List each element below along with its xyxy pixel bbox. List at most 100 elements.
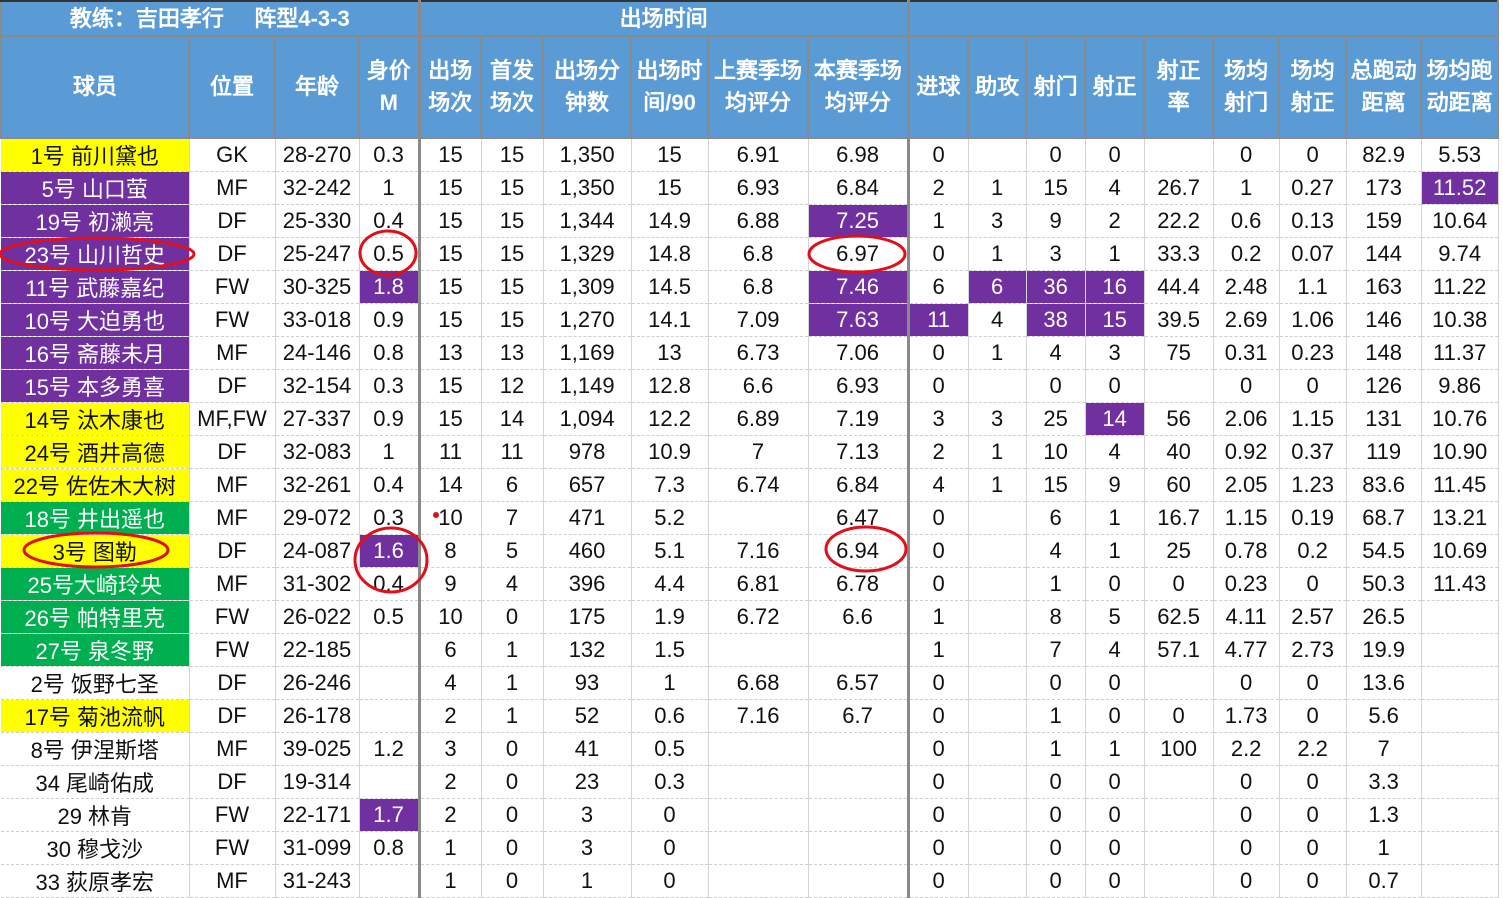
table-cell[interactable]: FW — [189, 634, 275, 667]
table-cell[interactable] — [1144, 370, 1213, 403]
table-cell[interactable]: 1.5 — [631, 634, 708, 667]
table-cell[interactable]: 11.45 — [1421, 469, 1498, 502]
table-cell[interactable]: 41 — [543, 733, 631, 766]
table-cell[interactable]: 29-072 — [275, 502, 359, 535]
table-cell[interactable]: 33-018 — [275, 304, 359, 337]
table-cell[interactable]: 6.93 — [808, 370, 908, 403]
column-header[interactable]: 进球 — [908, 36, 968, 138]
table-cell[interactable]: 11.43 — [1421, 568, 1498, 601]
table-cell[interactable]: 4 — [419, 667, 481, 700]
table-cell[interactable]: 0 — [481, 601, 543, 634]
table-cell[interactable]: 9 — [1026, 205, 1085, 238]
table-cell[interactable]: 0 — [631, 799, 708, 832]
table-cell[interactable] — [968, 799, 1026, 832]
table-cell[interactable]: 7.25 — [808, 205, 908, 238]
table-cell[interactable] — [968, 634, 1026, 667]
table-cell[interactable]: 978 — [543, 436, 631, 469]
player-name-cell[interactable]: 26号 帕特里克 — [1, 601, 189, 634]
table-cell[interactable]: 4 — [1085, 436, 1144, 469]
table-cell[interactable]: 15 — [631, 172, 708, 205]
table-cell[interactable]: 0 — [1026, 370, 1085, 403]
table-cell[interactable]: 0 — [908, 138, 968, 172]
table-cell[interactable]: 0.19 — [1279, 502, 1346, 535]
table-cell[interactable]: 10 — [1026, 436, 1085, 469]
table-cell[interactable]: 1 — [1085, 733, 1144, 766]
player-name-cell[interactable]: 22号 佐佐木大树 — [1, 469, 189, 502]
table-cell[interactable] — [1144, 832, 1213, 865]
table-cell[interactable]: 0.9 — [359, 403, 419, 436]
table-cell[interactable] — [708, 832, 808, 865]
table-cell[interactable]: 471 — [543, 502, 631, 535]
table-cell[interactable]: 132 — [543, 634, 631, 667]
table-cell[interactable]: 0.4 — [359, 469, 419, 502]
table-cell[interactable]: 0 — [1279, 832, 1346, 865]
player-name-cell[interactable]: 14号 汰木康也 — [1, 403, 189, 436]
table-cell[interactable]: 3.3 — [1346, 766, 1421, 799]
table-cell[interactable]: 4 — [1085, 634, 1144, 667]
table-cell[interactable]: 10.76 — [1421, 403, 1498, 436]
table-cell[interactable]: 11.22 — [1421, 271, 1498, 304]
table-cell[interactable]: 131 — [1346, 403, 1421, 436]
player-name-cell[interactable]: 2号 饭野七圣 — [1, 667, 189, 700]
table-cell[interactable]: 1 — [631, 667, 708, 700]
table-cell[interactable]: 50.3 — [1346, 568, 1421, 601]
table-cell[interactable]: 0 — [908, 370, 968, 403]
table-cell[interactable]: 8 — [1026, 601, 1085, 634]
table-cell[interactable]: 0 — [1026, 667, 1085, 700]
table-cell[interactable]: 0.37 — [1279, 436, 1346, 469]
table-cell[interactable] — [708, 799, 808, 832]
table-cell[interactable]: 39-025 — [275, 733, 359, 766]
table-cell[interactable]: 148 — [1346, 337, 1421, 370]
table-cell[interactable]: 3 — [543, 832, 631, 865]
table-cell[interactable]: 0 — [1085, 799, 1144, 832]
table-cell[interactable]: 1.2 — [359, 733, 419, 766]
table-cell[interactable]: 7.16 — [708, 700, 808, 733]
table-cell[interactable]: 10 — [419, 502, 481, 535]
column-header[interactable]: 球员 — [1, 36, 189, 138]
table-cell[interactable]: 1,094 — [543, 403, 631, 436]
table-cell[interactable]: 100 — [1144, 733, 1213, 766]
column-header[interactable]: 出场分钟数 — [543, 36, 631, 138]
table-cell[interactable]: DF — [189, 205, 275, 238]
table-cell[interactable]: 2.57 — [1279, 601, 1346, 634]
column-header[interactable]: 场均跑动距离 — [1421, 36, 1498, 138]
table-cell[interactable]: 2.69 — [1213, 304, 1279, 337]
table-cell[interactable]: 0 — [1026, 766, 1085, 799]
table-cell[interactable]: 0.27 — [1279, 172, 1346, 205]
table-cell[interactable]: 144 — [1346, 238, 1421, 271]
table-cell[interactable]: 1.7 — [359, 799, 419, 832]
table-cell[interactable]: 5.1 — [631, 535, 708, 568]
table-cell[interactable] — [1421, 733, 1498, 766]
table-cell[interactable]: 2 — [908, 436, 968, 469]
table-cell[interactable]: 6.57 — [808, 667, 908, 700]
table-cell[interactable]: 1 — [359, 436, 419, 469]
table-cell[interactable]: 0 — [1279, 865, 1346, 898]
table-cell[interactable]: 10.9 — [631, 436, 708, 469]
table-cell[interactable]: 6.47 — [808, 502, 908, 535]
table-cell[interactable]: 15 — [1026, 172, 1085, 205]
table-cell[interactable]: 0.4 — [359, 205, 419, 238]
table-cell[interactable]: 460 — [543, 535, 631, 568]
player-name-cell[interactable]: 3号 图勒 — [1, 535, 189, 568]
table-cell[interactable]: 3 — [543, 799, 631, 832]
table-cell[interactable]: 93 — [543, 667, 631, 700]
table-cell[interactable]: 0 — [908, 535, 968, 568]
table-cell[interactable]: 40 — [1144, 436, 1213, 469]
table-cell[interactable]: 6 — [968, 271, 1026, 304]
player-name-cell[interactable]: 27号 泉冬野 — [1, 634, 189, 667]
table-cell[interactable]: 0 — [908, 337, 968, 370]
table-cell[interactable]: 15 — [481, 172, 543, 205]
table-cell[interactable]: 15 — [419, 370, 481, 403]
table-cell[interactable]: 7.63 — [808, 304, 908, 337]
table-cell[interactable]: 0.13 — [1279, 205, 1346, 238]
table-cell[interactable]: 0 — [1279, 799, 1346, 832]
table-cell[interactable]: 6.84 — [808, 172, 908, 205]
table-cell[interactable]: 0 — [1026, 138, 1085, 172]
table-cell[interactable]: 4.4 — [631, 568, 708, 601]
table-cell[interactable]: 0.6 — [631, 700, 708, 733]
table-cell[interactable]: 1 — [419, 832, 481, 865]
table-cell[interactable]: 22.2 — [1144, 205, 1213, 238]
table-cell[interactable]: 14.5 — [631, 271, 708, 304]
player-name-cell[interactable]: 16号 斋藤未月 — [1, 337, 189, 370]
table-cell[interactable]: FW — [189, 271, 275, 304]
